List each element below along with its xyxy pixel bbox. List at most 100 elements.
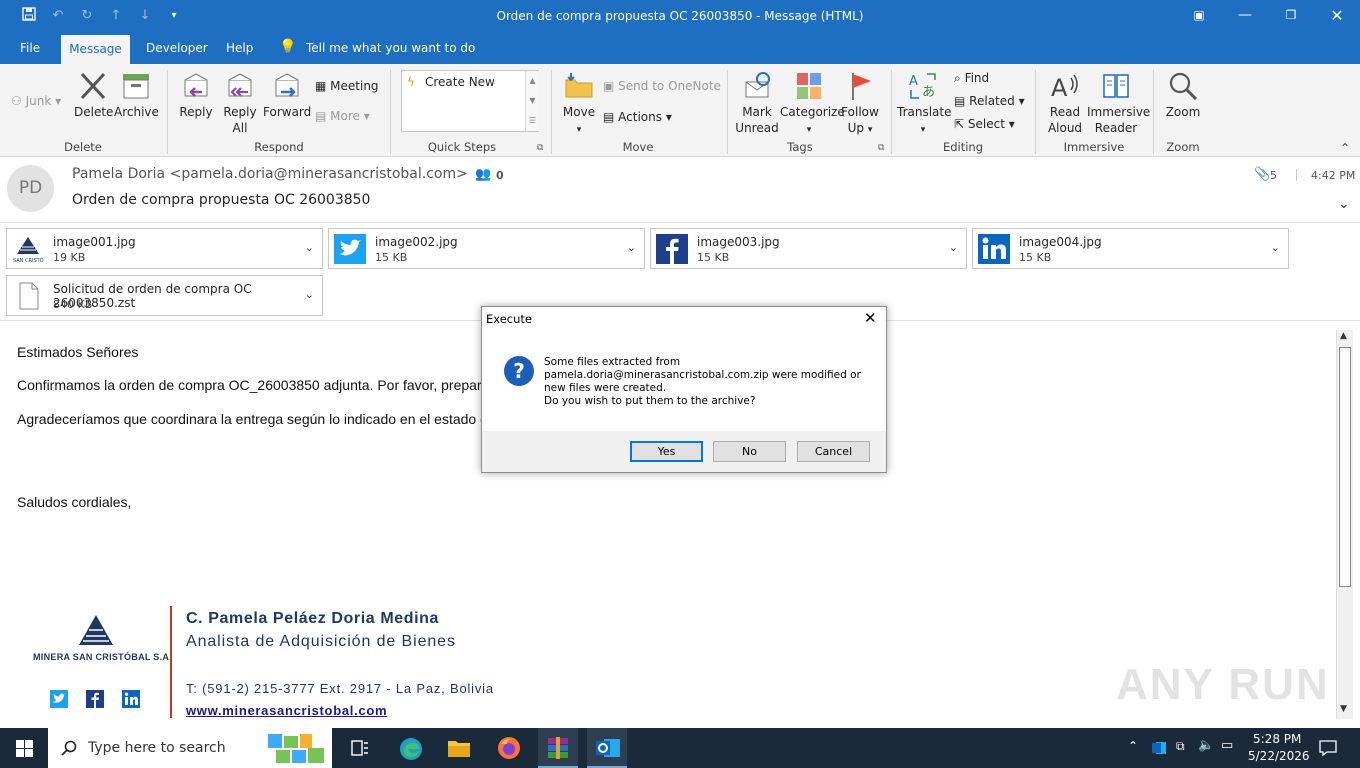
no-button[interactable]: No — [713, 441, 786, 462]
related-button[interactable]: ▤ Related ▾ — [954, 94, 1025, 108]
outlook-taskbar-button[interactable] — [587, 728, 627, 768]
outlook-tray-icon[interactable] — [1151, 740, 1167, 756]
clock-time[interactable]: 5:28 PM — [1253, 732, 1301, 746]
cancel-button[interactable]: Cancel — [797, 441, 870, 462]
scroll-down-icon[interactable]: ▼ — [1340, 704, 1347, 714]
linkedin-icon[interactable] — [122, 690, 140, 708]
quick-steps-gallery[interactable]: ϟ Create New ▲ ▼ ☰ — [401, 70, 539, 132]
actions-button[interactable]: ▤ Actions ▾ — [603, 110, 672, 124]
facebook-icon[interactable] — [86, 690, 104, 708]
notification-icon[interactable] — [1319, 740, 1337, 756]
network-icon[interactable]: ▭ — [1221, 738, 1233, 753]
close-button[interactable]: ✕ — [1314, 0, 1360, 33]
folder-move-icon — [565, 73, 593, 98]
reply-button[interactable]: Reply — [177, 70, 215, 120]
dialog-title: Execute — [486, 312, 532, 326]
find-icon: ⌕ — [954, 71, 961, 85]
translate-icon: Aあ — [909, 73, 936, 100]
scrollbar-thumb[interactable] — [1339, 347, 1351, 587]
file-explorer-icon[interactable] — [447, 738, 471, 758]
attachment-size: 15 KB — [375, 251, 408, 264]
yes-button[interactable]: Yes — [630, 441, 703, 462]
dialog-close-icon[interactable]: ✕ — [864, 309, 877, 327]
file-icon — [19, 282, 39, 310]
edge-icon[interactable] — [399, 737, 423, 761]
move-button[interactable]: Move ▾ — [560, 70, 598, 138]
tab-message[interactable]: Message — [61, 35, 130, 64]
attachment-image001[interactable]: SAN CRISTÓ image001.jpg 19 KB ⌄ — [6, 228, 323, 269]
expand-header-icon[interactable]: ⌄ — [1338, 196, 1350, 212]
attachment-name: image002.jpg — [375, 235, 458, 249]
calendar-icon: ▦ — [315, 79, 327, 93]
clock-date[interactable]: 5/22/2026 — [1248, 749, 1310, 763]
delete-button[interactable]: Delete — [74, 70, 113, 120]
send-to-onenote-button[interactable]: ▣ Send to OneNote — [603, 79, 721, 93]
body-line-1: Confirmamos la orden de compra OC_260038… — [17, 377, 482, 393]
forward-button[interactable]: Forward — [263, 70, 311, 120]
chevron-down-icon[interactable]: ⌄ — [949, 241, 958, 254]
ribbon-display-icon[interactable]: ▣ — [1176, 0, 1222, 33]
camera-icon[interactable]: ⧉ — [1176, 739, 1185, 754]
mark-unread-button[interactable]: Mark Unread — [735, 70, 779, 136]
meeting-button[interactable]: ▦ Meeting — [315, 79, 379, 93]
attachment-zst-file[interactable]: Solicitud de orden de compra OC 26003850… — [6, 275, 323, 316]
volume-icon[interactable]: 🔈 — [1198, 738, 1214, 753]
junk-button[interactable]: ⚇ Junk ▾ — [11, 94, 61, 108]
quick-step-create-new[interactable]: Create New — [425, 75, 495, 89]
task-view-icon[interactable] — [351, 740, 369, 756]
scroll-up-icon[interactable]: ▲ — [1340, 331, 1347, 341]
winrar-taskbar-button[interactable] — [538, 728, 578, 768]
people-icon[interactable]: 👥 — [475, 167, 491, 182]
company-logo-icon — [79, 615, 113, 645]
signature-website-link[interactable]: www.minerasancristobal.com — [186, 703, 387, 718]
minimize-button[interactable]: — — [1222, 0, 1268, 33]
select-button[interactable]: ⇱ Select ▾ — [954, 117, 1015, 131]
quick-steps-scroll[interactable]: ▲ ▼ ☰ — [525, 71, 539, 131]
attachment-image003[interactable]: image003.jpg 15 KB ⌄ — [650, 228, 967, 269]
paperclip-icon: 📎 — [1254, 167, 1271, 182]
group-label-respond: Respond — [254, 140, 304, 154]
chevron-down-icon[interactable]: ⌄ — [305, 241, 314, 254]
windows-start-icon[interactable] — [16, 740, 33, 757]
chevron-down-icon[interactable]: ⌄ — [1271, 241, 1280, 254]
body-scrollbar[interactable]: ▲ ▼ — [1336, 330, 1353, 719]
chevron-down-icon[interactable]: ⌄ — [305, 288, 314, 301]
categorize-button[interactable]: Categorize ▾ — [780, 70, 845, 138]
svg-text:A: A — [909, 74, 918, 89]
group-label-editing: Editing — [942, 140, 984, 154]
group-label-tags: Tags — [787, 140, 813, 154]
twitter-icon[interactable] — [50, 690, 68, 708]
read-aloud-button[interactable]: A Read Aloud — [1043, 70, 1087, 136]
follow-up-button[interactable]: Follow Up ▾ — [840, 70, 880, 138]
collapse-ribbon-icon[interactable]: ⌃ — [1340, 141, 1350, 155]
attachment-image002[interactable]: image002.jpg 15 KB ⌄ — [328, 228, 645, 269]
find-button[interactable]: ⌕ Find — [954, 71, 989, 86]
tags-dialog-launcher-icon[interactable]: ⧉ — [878, 143, 884, 153]
svg-text:あ: あ — [922, 85, 935, 100]
tell-me-search[interactable]: Tell me what you want to do — [306, 41, 475, 55]
zoom-button[interactable]: Zoom — [1163, 70, 1203, 120]
svg-text:?: ? — [513, 359, 525, 383]
show-hidden-icons-icon[interactable]: ⌃ — [1128, 739, 1138, 753]
dialog-launcher-icon[interactable]: ⧉ — [537, 143, 543, 153]
attachment-image004[interactable]: image004.jpg 15 KB ⌄ — [972, 228, 1289, 269]
tab-developer[interactable]: Developer — [146, 41, 208, 55]
immersive-reader-button[interactable]: Immersive Reader — [1087, 70, 1150, 136]
more-respond-button[interactable]: ▤ More ▾ — [315, 109, 370, 123]
archive-button[interactable]: Archive — [114, 70, 159, 120]
attachment-size: 840 KB — [53, 298, 93, 311]
tab-help[interactable]: Help — [226, 41, 253, 55]
group-label-zoom: Zoom — [1166, 140, 1200, 154]
signature-phone: T: (591-2) 215-3777 Ext. 2917 - La Paz, … — [186, 681, 494, 696]
reply-all-button[interactable]: Reply All — [221, 70, 259, 136]
chevron-down-icon[interactable]: ⌄ — [627, 241, 636, 254]
svg-text:SAN CRISTÓ: SAN CRISTÓ — [13, 257, 44, 264]
restore-button[interactable]: ❐ — [1268, 0, 1314, 33]
group-label-move: Move — [622, 140, 654, 154]
tab-file[interactable]: File — [20, 41, 40, 55]
sender[interactable]: Pamela Doria <pamela.doria@minerasancris… — [72, 166, 468, 182]
firefox-icon[interactable] — [497, 736, 521, 760]
taskbar-search-box[interactable]: Type here to search — [48, 728, 332, 768]
search-icon — [61, 740, 77, 756]
translate-button[interactable]: Aあ Translate ▾ — [897, 70, 952, 138]
